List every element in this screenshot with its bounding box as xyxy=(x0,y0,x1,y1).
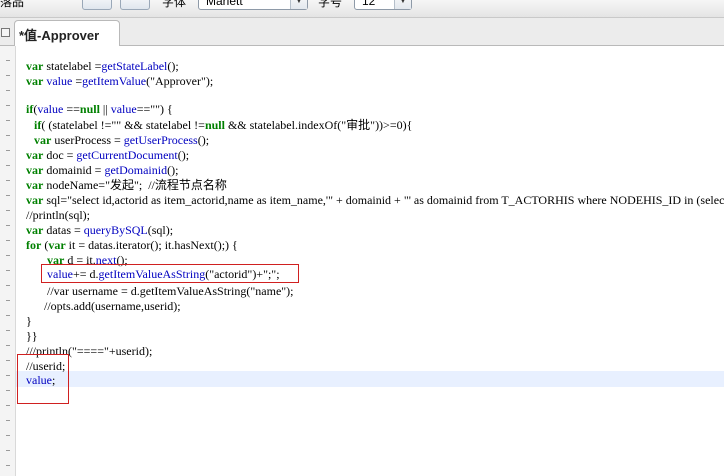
tab-title: *值-Approver xyxy=(19,28,100,43)
editor-tab[interactable]: *值-Approver xyxy=(14,20,120,46)
chevron-down-icon: ▼ xyxy=(394,0,411,9)
code-line: //opts.add(username,userid); xyxy=(44,299,181,313)
annotation-box-return-value xyxy=(17,354,69,404)
code-line: var value =getItemValue("Approver"); xyxy=(26,74,214,88)
toolbar: 落品 字体 Marlett ▼ 字号 12 ▼ xyxy=(0,0,724,18)
current-line-highlight xyxy=(16,371,724,387)
code-line: //var username = d.getItemValueAsString(… xyxy=(47,284,294,298)
code-line: var statelabel =getStateLabel(); xyxy=(26,59,179,73)
code-line: for (var it = datas.iterator(); it.hasNe… xyxy=(26,238,238,252)
toolbar-button-2[interactable] xyxy=(120,0,150,10)
code-line: //println(sql); xyxy=(26,208,90,222)
code-line: } xyxy=(26,314,32,328)
code-line: var domainid = getDomainid(); xyxy=(26,163,179,177)
code-line: var datas = queryBySQL(sql); xyxy=(26,223,174,237)
code-line: }} xyxy=(26,329,38,343)
size-label: 字号 xyxy=(318,0,343,9)
chevron-down-icon: ▼ xyxy=(290,0,307,9)
code-line: if(value ==null || value=="") { xyxy=(26,102,173,116)
font-size-select[interactable]: 12 ▼ xyxy=(354,0,412,10)
code-line: if( (statelabel !="" && statelabel !=nul… xyxy=(34,118,413,132)
toolbar-button-1[interactable] xyxy=(82,0,112,10)
font-size-value: 12 xyxy=(362,0,376,8)
code-line: var sql="select id,actorid as item_actor… xyxy=(26,193,724,207)
line-gutter xyxy=(0,46,16,476)
code-line: var doc = getCurrentDocument(); xyxy=(26,148,190,162)
annotation-box-value-line xyxy=(41,264,299,283)
toolbar-left-label: 落品 xyxy=(0,0,25,9)
font-select[interactable]: Marlett ▼ xyxy=(198,0,308,10)
editor-icon xyxy=(1,28,10,37)
font-label: 字体 xyxy=(162,0,187,9)
font-select-value: Marlett xyxy=(206,0,243,8)
code-line: var nodeName="发起"; //流程节点名称 xyxy=(26,178,227,192)
code-line: var userProcess = getUserProcess(); xyxy=(34,133,210,147)
